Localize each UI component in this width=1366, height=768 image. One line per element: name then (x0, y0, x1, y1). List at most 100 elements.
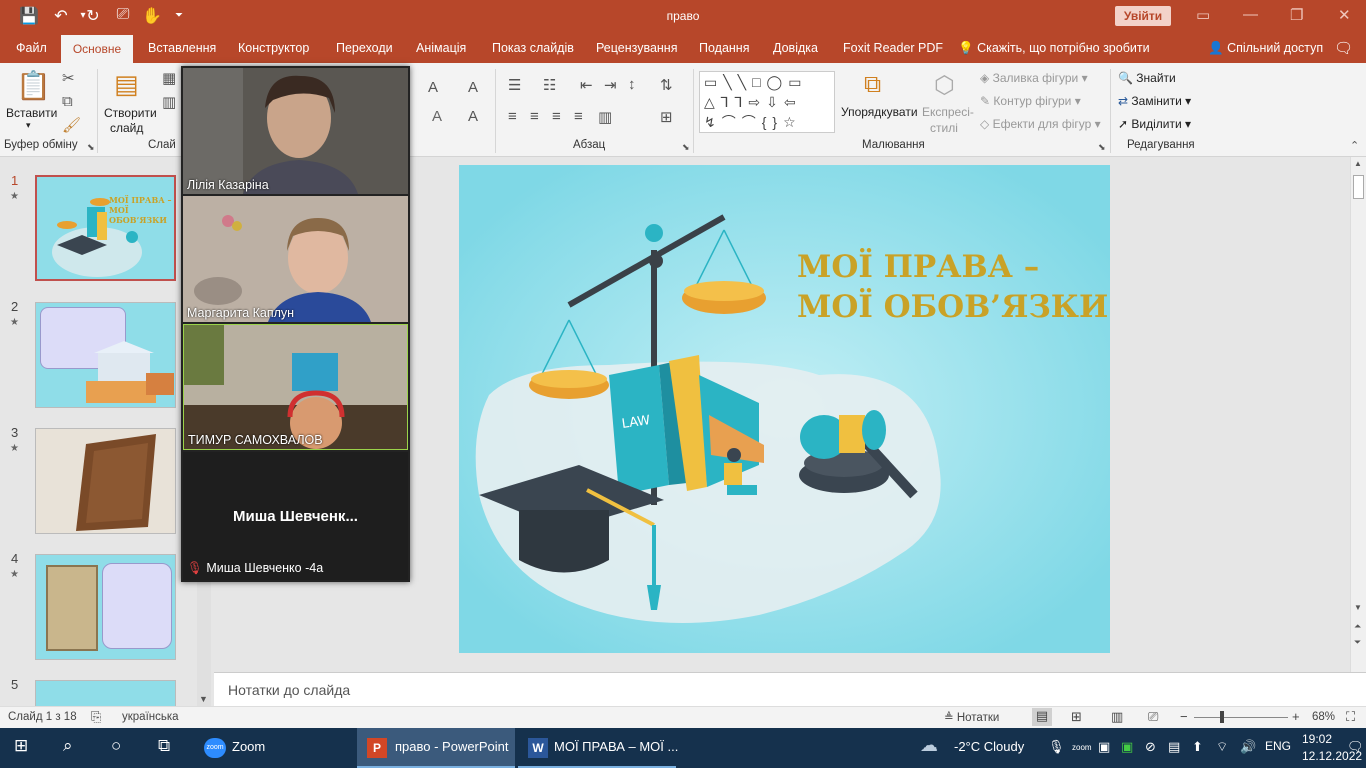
new-slide-icon[interactable]: ▤ (114, 69, 139, 100)
justify-icon[interactable]: ≡ (574, 108, 583, 125)
font-color-icon[interactable]: A (468, 108, 478, 125)
tab-transitions[interactable]: Переходи (336, 41, 393, 55)
collapse-ribbon-icon[interactable]: ⌃ (1350, 139, 1359, 152)
sign-in-button[interactable]: Увійти (1115, 6, 1171, 26)
tab-home[interactable]: Основне (61, 35, 133, 63)
tab-help[interactable]: Довідка (773, 41, 818, 55)
shape-outline-button[interactable]: ✎ Контур фігури ▾ (980, 94, 1081, 108)
scroll-thumb[interactable] (1353, 175, 1364, 199)
layout-icon[interactable]: ▦ (162, 69, 176, 87)
app-tray-icon[interactable]: ▣ (1121, 739, 1133, 755)
share-button[interactable]: 👤 Спільний доступ (1208, 41, 1323, 56)
zoom-out-icon[interactable]: − (1180, 709, 1188, 724)
next-slide-icon[interactable]: ⏷ (1354, 637, 1361, 648)
video-tile[interactable]: Маргарита Каплун (183, 196, 408, 322)
slide-title-line-1[interactable]: МОЇ ПРАВА – (797, 249, 1039, 285)
paste-dropdown-icon[interactable]: ▾ (26, 120, 31, 131)
tab-design[interactable]: Конструктор (238, 41, 309, 55)
windows-start-icon[interactable]: ⊞ (14, 736, 28, 756)
tab-insert[interactable]: Вставлення (148, 41, 216, 55)
zoom-level[interactable]: 68% (1312, 711, 1335, 723)
language-indicator[interactable]: українська (122, 711, 179, 723)
spellcheck-icon[interactable]: ⎘ (91, 709, 101, 725)
zoom-slider[interactable] (1194, 717, 1288, 718)
tab-review[interactable]: Рецензування (596, 41, 677, 55)
slide-thumbnail-1[interactable]: МОЇ ПРАВА – МОЇ ОБОВ’ЯЗКИ (35, 175, 176, 281)
drawing-launcher-icon[interactable]: ⬊ (1098, 142, 1106, 153)
shape-effects-button[interactable]: ◇ Ефекти для фігур ▾ (980, 117, 1101, 131)
taskbar-app-word[interactable]: W МОЇ ПРАВА – МОЇ ... (518, 728, 678, 768)
tell-me-search[interactable]: 💡 Скажіть, що потрібно зробити (958, 41, 1150, 56)
quick-styles-button[interactable]: Експресі- (922, 105, 974, 119)
muted-participant-tile[interactable]: Миша Шевченк... 🎙 Миша Шевченко -4а (183, 452, 408, 580)
smartart-icon[interactable]: ⊞ (660, 108, 673, 126)
zoom-tray-icon[interactable]: zoom (1072, 743, 1092, 752)
bullets-icon[interactable]: ☰ (508, 76, 521, 94)
scroll-down-icon[interactable]: ▼ (1354, 603, 1362, 612)
slide-thumbnail-4[interactable] (35, 554, 176, 660)
zoom-video-panel[interactable]: Лілія Казаріна Маргарита Каплун ТИМУР СА… (181, 66, 410, 582)
replace-button[interactable]: ⇄ Замінити ▾ (1118, 94, 1191, 108)
notes-toggle[interactable]: ≜ Нотатки (944, 710, 999, 724)
scroll-up-icon[interactable]: ▲ (1354, 159, 1362, 168)
cut-icon[interactable]: ✂ (62, 69, 75, 87)
reset-icon[interactable]: ▥ (162, 93, 176, 111)
zoom-slider-thumb[interactable] (1220, 711, 1224, 723)
paste-icon[interactable]: 📋 (16, 69, 51, 102)
previous-slide-icon[interactable]: ⏶ (1354, 621, 1361, 632)
decrease-indent-icon[interactable]: ⇤ (580, 76, 593, 94)
clear-format-icon[interactable]: A (468, 79, 478, 96)
paste-button[interactable]: Вставити (6, 106, 57, 120)
ribbon-display-icon[interactable]: ▭ (1196, 6, 1210, 24)
normal-view-icon[interactable]: ▤ (1032, 708, 1052, 726)
line-spacing-icon[interactable]: ↕ (628, 76, 636, 93)
align-left-icon[interactable]: ≡ (508, 108, 517, 125)
slide-counter[interactable]: Слайд 1 з 18 (8, 711, 77, 723)
network-tray-icon[interactable]: ▣ (1098, 739, 1110, 755)
quick-styles-label-2[interactable]: стилі (930, 121, 958, 135)
cloud-icon[interactable]: ☁ (920, 735, 938, 756)
tray-icon[interactable]: ▤ (1168, 739, 1180, 755)
slide-thumbnail-2[interactable] (35, 302, 176, 408)
tab-view[interactable]: Подання (699, 41, 749, 55)
taskbar-app-powerpoint[interactable]: P право - PowerPoint (357, 728, 515, 768)
columns-icon[interactable]: ▥ (598, 108, 612, 126)
clipboard-launcher-icon[interactable]: ⬊ (87, 142, 95, 153)
task-view-icon[interactable]: ⧉ (158, 736, 170, 756)
format-painter-icon[interactable]: 🖌 (62, 116, 81, 134)
slideshow-view-icon[interactable]: ⎚ (1148, 709, 1158, 725)
slide-thumbnail-5[interactable] (35, 680, 176, 706)
close-icon[interactable]: ✕ (1338, 6, 1351, 24)
align-right-icon[interactable]: ≡ (552, 108, 561, 125)
shapes-gallery[interactable]: ▭╲╲□◯▭ △⅂⅂⇨⇩⇦ ↯⌒⌒{}☆ (699, 71, 835, 133)
fit-to-window-icon[interactable]: ⛶ (1346, 709, 1355, 725)
tab-slideshow[interactable]: Показ слайдів (492, 41, 574, 55)
wifi-icon[interactable]: ⌔ (1216, 739, 1228, 755)
main-slide[interactable]: LAW МОЇ ПРАВА – МОЇ ОБОВ’ЯЗКИ (459, 165, 1110, 653)
microphone-icon[interactable]: 🎙 (1048, 739, 1065, 755)
video-tile[interactable]: Лілія Казаріна (183, 68, 408, 194)
weather-text[interactable]: -2°C Cloudy (954, 739, 1024, 754)
tray-icon[interactable]: ⊘ (1145, 739, 1156, 755)
numbering-icon[interactable]: ☷ (543, 76, 556, 94)
slide-thumbnail-3[interactable] (35, 428, 176, 534)
minimize-icon[interactable]: — (1243, 6, 1258, 23)
increase-indent-icon[interactable]: ⇥ (604, 76, 617, 94)
slide-sorter-icon[interactable]: ⊞ (1071, 709, 1082, 725)
notifications-icon[interactable]: 🗨 (1347, 739, 1364, 755)
scroll-down-icon[interactable]: ▼ (199, 694, 208, 704)
notes-pane[interactable]: Нотатки до слайда (214, 672, 1366, 706)
arrange-button[interactable]: Упорядкувати (841, 105, 918, 119)
restore-icon[interactable]: ❐ (1290, 6, 1303, 24)
align-center-icon[interactable]: ≡ (530, 108, 539, 125)
tab-animations[interactable]: Анімація (416, 41, 466, 55)
paragraph-launcher-icon[interactable]: ⬊ (682, 142, 690, 153)
volume-icon[interactable]: 🔊 (1240, 739, 1256, 755)
zoom-in-icon[interactable]: + (1292, 709, 1300, 724)
font-size-icon[interactable]: A (428, 79, 438, 96)
input-language[interactable]: ENG (1265, 739, 1291, 753)
cortana-icon[interactable]: ○ (111, 736, 121, 756)
comments-icon[interactable]: 🗨 (1334, 39, 1353, 57)
shape-fill-button[interactable]: ◈ Заливка фігури ▾ (980, 71, 1088, 85)
select-button[interactable]: ➚ Виділити ▾ (1118, 117, 1191, 131)
